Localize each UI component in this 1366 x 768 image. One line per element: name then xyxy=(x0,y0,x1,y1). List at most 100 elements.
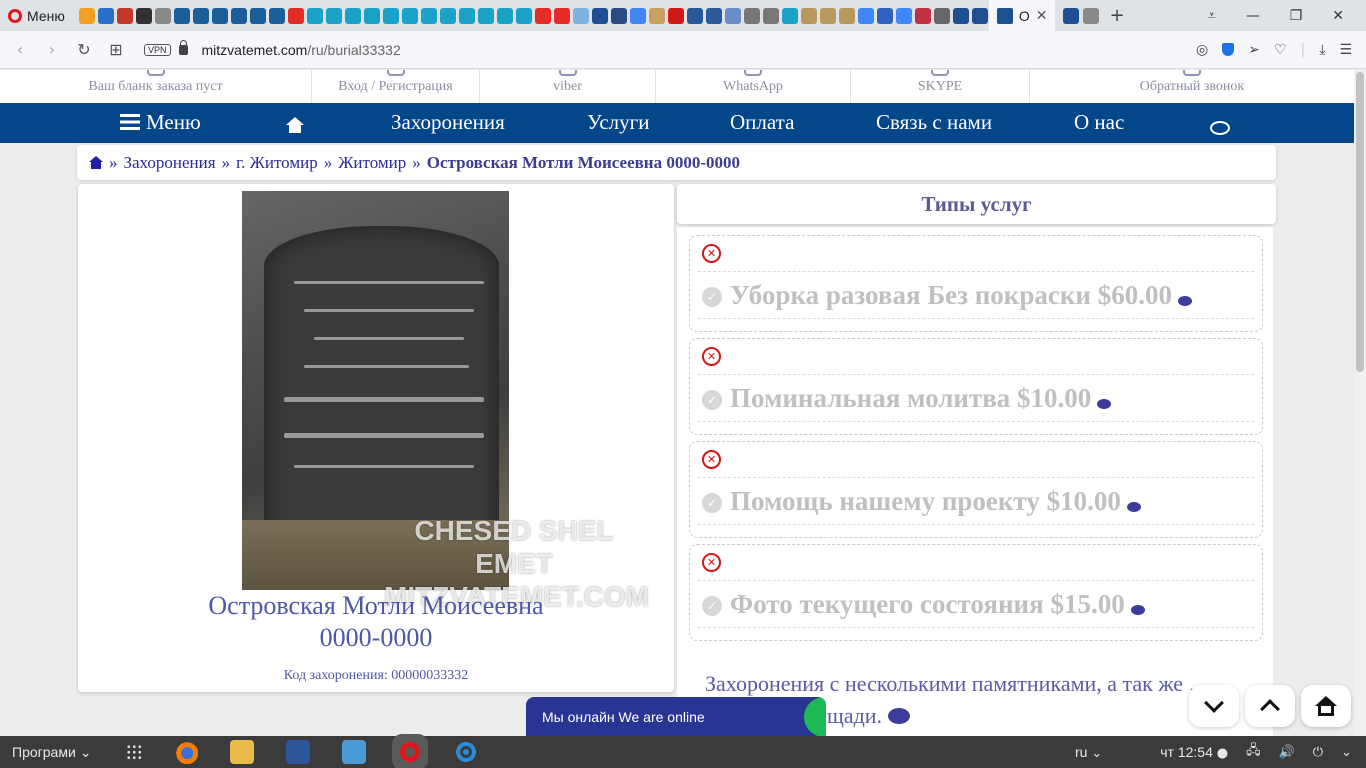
installer-icon[interactable] xyxy=(341,740,366,764)
tab-favicon-globe-icon[interactable] xyxy=(420,7,437,24)
network-icon[interactable]: 🖧 xyxy=(1246,741,1261,763)
service-item[interactable]: ✕ ✓ Фото текущего состояния $15.00 xyxy=(689,544,1263,641)
service-label[interactable]: Уборка разовая Без покраски $60.00 xyxy=(730,280,1192,311)
keyboard-layout[interactable]: ru ⌄ xyxy=(1075,744,1102,761)
tab-favicon-google-icon[interactable] xyxy=(895,7,912,24)
viber-link[interactable]: viber xyxy=(480,70,656,103)
tab-favicon-youtube-icon[interactable] xyxy=(553,7,570,24)
tab-favicon-s-icon[interactable] xyxy=(591,7,608,24)
power-icon[interactable]: ⏻ xyxy=(1313,745,1323,760)
tab-favicon-globe-icon[interactable] xyxy=(496,7,513,24)
send-icon[interactable]: ➢ xyxy=(1248,42,1260,58)
tab-favicon-book-icon[interactable] xyxy=(838,7,855,24)
reload-icon[interactable]: ↻ xyxy=(68,40,100,59)
breadcrumb-link-city[interactable]: г. Житомир xyxy=(236,153,318,173)
opera-menu-button[interactable]: Меню xyxy=(0,0,73,31)
service-item[interactable]: ✕ ✓ Поминальная молитва $10.00 xyxy=(689,338,1263,435)
tab-favicon-lock-icon[interactable] xyxy=(78,7,95,24)
tab-favicon-dark-icon[interactable] xyxy=(135,7,152,24)
nav-about[interactable]: О нас xyxy=(1074,110,1124,135)
remove-service-icon[interactable]: ✕ xyxy=(702,244,721,263)
tab-favicon-globe-icon[interactable] xyxy=(477,7,494,24)
breadcrumb-link-cemetery[interactable]: Житомир xyxy=(338,153,406,173)
tab-favicon-globe-icon[interactable] xyxy=(401,7,418,24)
checkmark-icon[interactable]: ✓ xyxy=(702,390,722,410)
tab-favicon-book-icon[interactable] xyxy=(800,7,817,24)
heart-icon[interactable]: ♡ xyxy=(1274,42,1287,58)
app-grid-icon[interactable] xyxy=(125,744,142,760)
tab-favicon-t-red-icon[interactable] xyxy=(667,7,684,24)
nav-contact[interactable]: Связь с нами xyxy=(876,110,992,135)
tab-favicon-book-icon[interactable] xyxy=(648,7,665,24)
tab-favicon-site-icon[interactable] xyxy=(211,7,228,24)
tab-favicon-globe-icon[interactable] xyxy=(515,7,532,24)
adblock-shield-icon[interactable] xyxy=(1222,43,1235,56)
online-chat-widget[interactable]: Мы онлайн We are online xyxy=(526,697,826,736)
tab-favicon-globe-icon[interactable] xyxy=(344,7,361,24)
tab-favicon-globe-icon[interactable] xyxy=(458,7,475,24)
start-menu-button[interactable]: Програми ⌄ xyxy=(0,744,92,761)
nav-payment[interactable]: Оплата xyxy=(730,110,794,135)
new-tab-plus-icon[interactable]: + xyxy=(1109,5,1124,26)
tab-favicon-edge-icon[interactable] xyxy=(705,7,722,24)
home-button[interactable] xyxy=(1301,685,1351,727)
back-icon[interactable]: ‹ xyxy=(4,40,36,59)
clock[interactable]: чт 12:54 ● xyxy=(1160,744,1228,761)
checkmark-icon[interactable]: ✓ xyxy=(702,493,722,513)
remove-service-icon[interactable]: ✕ xyxy=(702,450,721,469)
remove-service-icon[interactable]: ✕ xyxy=(702,553,721,572)
tab-favicon-google-icon[interactable] xyxy=(857,7,874,24)
active-tab[interactable]: О ✕ xyxy=(988,0,1056,31)
maximize-icon[interactable]: ❐ xyxy=(1290,8,1303,24)
tab-favicon-edge-icon[interactable] xyxy=(686,7,703,24)
remove-service-icon[interactable]: ✕ xyxy=(702,347,721,366)
system-settings-icon[interactable] xyxy=(453,740,478,764)
breadcrumb-link-burials[interactable]: Захоронения xyxy=(124,153,216,173)
comment-icon[interactable] xyxy=(1130,605,1145,615)
nav-menu[interactable]: Меню xyxy=(120,110,201,135)
nav-burials[interactable]: Захоронения xyxy=(391,110,505,135)
tab-favicon-globe-icon[interactable] xyxy=(325,7,342,24)
tab-favicon-m-icon[interactable] xyxy=(781,7,798,24)
url-field[interactable]: mitzvatemet.com/ru/burial33332 xyxy=(202,42,401,58)
forward-icon[interactable]: › xyxy=(36,40,68,59)
file-manager-icon[interactable] xyxy=(229,740,254,764)
comment-icon[interactable] xyxy=(888,708,911,724)
tab-favicon-site-icon[interactable] xyxy=(971,7,988,24)
firefox-icon[interactable] xyxy=(173,740,198,764)
nav-services[interactable]: Услуги xyxy=(587,110,650,135)
scrollbar-thumb[interactable] xyxy=(1356,72,1364,372)
comment-icon[interactable] xyxy=(1126,502,1141,512)
service-label[interactable]: Фото текущего состояния $15.00 xyxy=(730,589,1145,620)
opera-taskbar-icon[interactable] xyxy=(391,734,428,768)
tab-favicon-site-icon[interactable] xyxy=(268,7,285,24)
volume-icon[interactable]: 🔊 xyxy=(1279,745,1295,760)
close-tab-icon[interactable]: ✕ xyxy=(1036,7,1048,24)
tab-favicon-book-icon[interactable] xyxy=(819,7,836,24)
service-label[interactable]: Поминальная молитва $10.00 xyxy=(730,383,1112,414)
tab-favicon-site-icon[interactable] xyxy=(249,7,266,24)
tab-favicon-site-icon[interactable] xyxy=(230,7,247,24)
page-scrollbar[interactable] xyxy=(1354,70,1366,736)
tab-menu-icon[interactable]: ⩡ xyxy=(1208,8,1216,24)
download-icon[interactable]: ⤓ xyxy=(1319,42,1325,58)
tab-favicon-youtube-icon[interactable] xyxy=(534,7,551,24)
breadcrumb-home-icon[interactable] xyxy=(89,156,103,169)
tab-favicon-globe-icon[interactable] xyxy=(439,7,456,24)
callback-link[interactable]: Обратный звонок xyxy=(1030,70,1354,103)
tab-favicon-globe-icon[interactable] xyxy=(382,7,399,24)
chevron-down-icon[interactable]: ⌄ xyxy=(1341,745,1352,760)
tab-favicon-youtube-icon[interactable] xyxy=(287,7,304,24)
close-window-icon[interactable]: ✕ xyxy=(1332,8,1344,24)
camera-icon[interactable]: ◎ xyxy=(1196,42,1208,58)
tabs-grid-icon[interactable]: ⊞ xyxy=(100,40,132,59)
lock-icon[interactable] xyxy=(178,39,188,55)
tab-overview-icon[interactable] xyxy=(1083,7,1100,24)
service-item[interactable]: ✕ ✓ Уборка разовая Без покраски $60.00 xyxy=(689,235,1263,332)
nav-chat[interactable] xyxy=(1210,116,1230,141)
tab-favicon-site-icon[interactable] xyxy=(173,7,190,24)
easy-setup-icon[interactable]: ☰ xyxy=(1339,42,1352,58)
tab-favicon-doc-icon[interactable] xyxy=(762,7,779,24)
tab-favicon-gear-icon[interactable] xyxy=(154,7,171,24)
comment-icon[interactable] xyxy=(1097,399,1112,409)
